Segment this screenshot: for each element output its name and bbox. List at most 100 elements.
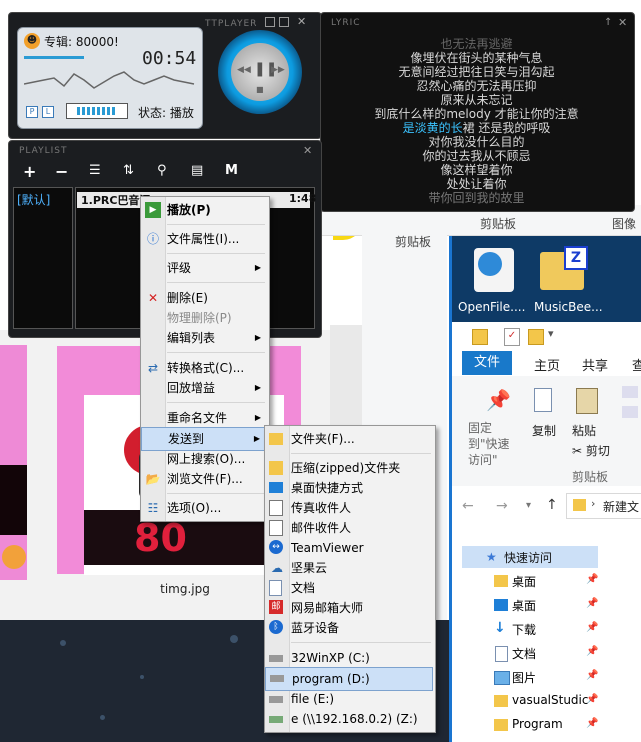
close-icon[interactable]: ✕: [297, 15, 306, 28]
sendto-drive-e[interactable]: file (E:): [265, 688, 433, 710]
sendto-documents[interactable]: 文档: [265, 577, 433, 599]
pin-icon[interactable]: 📌: [486, 388, 511, 412]
tab-file[interactable]: 文件: [462, 351, 512, 375]
sendto-mail[interactable]: 邮件收件人: [265, 517, 433, 539]
desktop-icon-label[interactable]: MusicBee...: [534, 300, 603, 314]
stop-icon[interactable]: ■: [256, 85, 264, 94]
close-icon[interactable]: ✕: [303, 144, 312, 157]
chevron-down-icon[interactable]: ▾: [548, 327, 554, 340]
musicbee-icon[interactable]: Z: [540, 246, 588, 290]
menu-item-file-properties[interactable]: ⓘ 文件属性(I)...: [141, 228, 267, 250]
spectrum-visualizer: [24, 71, 195, 89]
pin-up-icon[interactable]: ↑: [604, 17, 612, 28]
player-titlebar[interactable]: TTPLAYER ✕: [205, 15, 315, 31]
menu-item-play[interactable]: ▶ 播放(P): [141, 199, 267, 221]
menu-item-rating[interactable]: 评级 ▶: [141, 257, 267, 279]
sendto-teamviewer[interactable]: ↔ TeamViewer: [265, 537, 433, 559]
sendto-bluetooth[interactable]: ᛒ 蓝牙设备: [265, 617, 433, 639]
volume-slider[interactable]: [66, 103, 128, 119]
address-bar[interactable]: › 新建文: [566, 493, 641, 519]
sort-icon[interactable]: ⇅: [123, 163, 134, 178]
pin-icon[interactable]: 📌: [586, 694, 598, 705]
menu-item-options[interactable]: ☷ 选项(O)...: [141, 497, 267, 519]
pin-icon[interactable]: 📌: [586, 646, 598, 657]
chevron-right-icon: ›: [591, 497, 596, 510]
search-icon[interactable]: ⚲: [157, 163, 167, 178]
remove-icon[interactable]: −: [55, 162, 68, 181]
nav-item-desktop[interactable]: 桌面: [512, 573, 536, 590]
previous-icon[interactable]: ◀◀: [237, 65, 251, 75]
folder-icon: [494, 695, 508, 707]
nav-item-documents[interactable]: 文档: [512, 645, 536, 662]
nav-item-desktop[interactable]: 桌面: [512, 597, 536, 614]
properties-icon[interactable]: ✓: [504, 328, 520, 346]
nav-item-vasualstudio[interactable]: vasualStudic: [512, 693, 588, 707]
info-icon: ⓘ: [146, 232, 159, 246]
openfile-icon[interactable]: [474, 248, 514, 292]
paste-icon[interactable]: [576, 388, 598, 414]
explorer-titlebar: ✓ ▾: [452, 322, 641, 350]
drive-icon: [269, 655, 283, 662]
tab-view[interactable]: 查: [632, 355, 641, 374]
chevron-down-icon[interactable]: ▾: [526, 500, 531, 511]
lyric-toggle-button[interactable]: L: [42, 106, 54, 118]
add-icon[interactable]: +: [23, 162, 36, 181]
paste-button[interactable]: 粘贴: [572, 422, 596, 439]
playlist-toggle-button[interactable]: P: [26, 106, 38, 118]
image-thumbnail-partial[interactable]: [0, 345, 27, 580]
ribbon-icon-partial[interactable]: [622, 386, 638, 398]
file-icon[interactable]: ▤: [191, 163, 203, 178]
ribbon-group-label: 剪贴板: [572, 470, 609, 484]
sendto-jianguoyun[interactable]: ☁ 坚果云: [265, 557, 433, 579]
maximize-icon[interactable]: [279, 17, 289, 27]
pin-icon[interactable]: 📌: [586, 574, 598, 585]
tab-home[interactable]: 主页: [534, 355, 560, 374]
sendto-netease-mail[interactable]: 邮网易邮箱大师: [265, 597, 433, 619]
netease-mail-icon: 邮: [269, 600, 283, 614]
ribbon-icon-partial[interactable]: [622, 406, 638, 418]
nav-item-program[interactable]: Program: [512, 717, 563, 731]
thumbnail-filename[interactable]: timg.jpg: [150, 582, 220, 596]
mode-icon[interactable]: M: [225, 163, 238, 178]
forward-arrow-icon[interactable]: →: [496, 498, 508, 514]
sendto-fax[interactable]: 传真收件人: [265, 497, 433, 519]
pin-icon[interactable]: 📌: [586, 598, 598, 609]
nav-item-downloads[interactable]: 下载: [512, 621, 536, 638]
nav-item-pictures[interactable]: 图片: [512, 669, 536, 686]
play-pause-button[interactable]: ❚❚ ◀◀ ▶▶ ■: [231, 43, 289, 101]
desktop-icon-label[interactable]: OpenFile....: [458, 300, 525, 314]
menu-item-convert-format[interactable]: ⇄ 转换格式(C)...: [141, 357, 267, 379]
cut-button[interactable]: ✂ 剪切: [572, 442, 610, 459]
pin-icon[interactable]: 📌: [586, 670, 598, 681]
up-arrow-icon[interactable]: ↑: [546, 497, 558, 513]
sendto-network-drive-z[interactable]: e (\\192.168.0.2) (Z:): [265, 708, 433, 730]
nav-item-quick-access[interactable]: 快速访问: [504, 549, 552, 566]
sendto-drive-c[interactable]: 32WinXP (C:): [265, 647, 433, 669]
copy-icon[interactable]: [534, 388, 552, 412]
menu-item-delete[interactable]: ✕ 删除(E): [141, 287, 267, 309]
fax-icon: [269, 500, 283, 516]
sendto-zip[interactable]: 压缩(zipped)文件夹: [265, 457, 433, 479]
next-icon[interactable]: ▶▶: [271, 65, 285, 75]
pin-icon[interactable]: 📌: [586, 622, 598, 633]
new-folder-icon[interactable]: [528, 329, 544, 345]
pin-icon[interactable]: 📌: [586, 718, 598, 729]
list-icon[interactable]: ☰: [89, 163, 101, 178]
menu-item-rename-file[interactable]: 重命名文件 ▶: [141, 407, 267, 429]
menu-item-edit-list[interactable]: 编辑列表 ▶: [141, 327, 267, 349]
sendto-folder[interactable]: 文件夹(F)...: [265, 428, 433, 450]
tab-share[interactable]: 共享: [582, 355, 608, 374]
close-icon[interactable]: ✕: [618, 16, 627, 29]
playlist-group-item[interactable]: [默认]: [17, 191, 50, 208]
progress-bar[interactable]: [24, 56, 84, 59]
folder-icon: [472, 329, 488, 345]
menu-item-web-search[interactable]: 网上搜索(O)...: [141, 448, 267, 470]
back-arrow-icon[interactable]: ←: [462, 498, 474, 514]
menu-item-browse-file[interactable]: 📂 浏览文件(F)...: [141, 468, 267, 490]
copy-button[interactable]: 复制: [532, 422, 556, 439]
pin-quick-access-button[interactable]: 固定到"快速访问": [468, 420, 520, 468]
minimize-icon[interactable]: [265, 17, 275, 27]
menu-item-physical-delete[interactable]: 物理删除(P): [141, 307, 267, 329]
sendto-desktop-shortcut[interactable]: 桌面快捷方式: [265, 477, 433, 499]
menu-item-replay-gain[interactable]: 回放增益 ▶: [141, 377, 267, 399]
